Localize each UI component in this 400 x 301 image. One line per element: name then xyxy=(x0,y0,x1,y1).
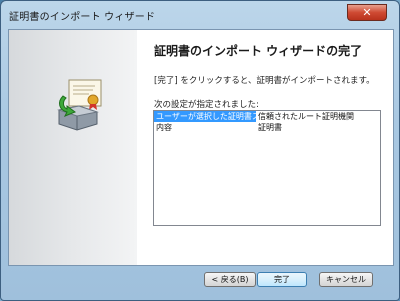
certificate-install-icon xyxy=(57,79,102,131)
list-item[interactable]: 内容 証明書 xyxy=(154,122,380,133)
cancel-button[interactable]: キャンセル xyxy=(319,272,373,287)
settings-label: 次の設定が指定されました: xyxy=(154,100,259,110)
title-bar[interactable]: 証明書のインポート ウィザード ✕ xyxy=(1,1,399,29)
setting-value: 証明書 xyxy=(258,123,282,132)
close-button[interactable]: ✕ xyxy=(347,4,387,21)
finish-button[interactable]: 完了 xyxy=(257,272,307,287)
wizard-instruction: [完了] をクリックすると、証明書がインポートされます。 xyxy=(154,76,375,86)
list-item[interactable]: ユーザーが選択した証明書ストア 信頼されたルート証明機関 xyxy=(154,111,380,122)
setting-value: 信頼されたルート証明機関 xyxy=(258,112,354,121)
wizard-window: 証明書のインポート ウィザード ✕ 証明書のインポート ウィザードの完了 [完了… xyxy=(0,0,400,301)
wizard-content: 証明書のインポート ウィザードの完了 [完了] をクリックすると、証明書がインポ… xyxy=(8,29,394,266)
setting-key: ユーザーが選択した証明書ストア xyxy=(154,111,256,122)
wizard-heading: 証明書のインポート ウィザードの完了 xyxy=(154,44,363,58)
setting-key: 内容 xyxy=(156,123,172,132)
window-title: 証明書のインポート ウィザード xyxy=(9,11,156,23)
back-button[interactable]: < 戻る(B) xyxy=(204,272,256,287)
wizard-footer: < 戻る(B) 完了 キャンセル xyxy=(8,266,394,295)
close-icon: ✕ xyxy=(362,6,372,19)
settings-list[interactable]: ユーザーが選択した証明書ストア 信頼されたルート証明機関 内容 証明書 xyxy=(153,110,381,226)
wizard-side-panel xyxy=(9,30,137,265)
